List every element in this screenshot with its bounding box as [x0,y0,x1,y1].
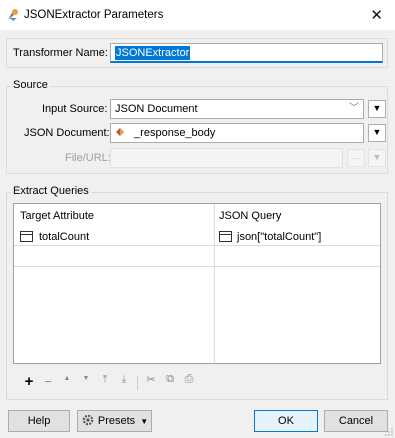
chevron-down-icon: ▼ [140,417,149,426]
cancel-button[interactable]: Cancel [324,410,388,432]
toolbar-separator [137,376,138,390]
row-divider [14,245,380,246]
add-row-icon[interactable]: + [21,373,37,390]
help-button[interactable]: Help [8,410,70,432]
row-divider [14,266,380,267]
presets-button[interactable]: Presets ▼ [77,410,152,432]
source-group: Source Input Source: JSON Document ﹀ ▼ J… [6,79,388,174]
move-top-icon[interactable]: ⤒ [97,374,113,385]
transformer-name-group: Transformer Name: JSONExtractor [6,38,388,68]
attribute-list-icon [20,231,33,242]
presets-gear-icon [82,414,94,426]
column-header-json-query[interactable]: JSON Query [219,210,281,222]
copy-icon[interactable]: ⧉ [162,373,178,386]
json-document-value: _response_body [134,127,216,139]
transformer-name-input[interactable]: JSONExtractor [110,43,383,63]
remove-row-icon[interactable]: − [40,374,56,389]
json-document-label: JSON Document: [24,127,110,139]
paste-icon[interactable]: ⎙ [181,373,197,386]
column-header-target-attribute[interactable]: Target Attribute [20,210,94,222]
cut-icon[interactable]: ✂ [143,373,159,386]
input-source-value: JSON Document [115,103,198,115]
ok-button[interactable]: OK [254,410,318,432]
source-legend: Source [11,79,50,91]
transformer-name-value: JSONExtractor [115,46,191,60]
browse-button[interactable]: ... [347,149,365,167]
column-divider [214,204,215,363]
title-bar: JSONExtractor Parameters ✕ [0,0,395,30]
query-list-icon [219,231,232,242]
json-query-cell[interactable]: json["totalCount"] [237,231,321,243]
json-document-menu-button[interactable]: ▼ [368,124,386,142]
file-url-menu-button[interactable]: ▼ [368,149,386,167]
transformer-name-label: Transformer Name: [13,47,108,59]
queries-table[interactable]: Target Attribute JSON Query totalCount j… [13,203,381,364]
json-document-input[interactable]: _response_body [110,123,364,143]
move-down-icon[interactable]: ▼ [78,375,94,382]
target-attribute-cell[interactable]: totalCount [39,231,89,243]
extract-queries-legend: Extract Queries [11,185,91,197]
fme-transformer-icon [8,9,18,21]
window-title: JSONExtractor Parameters [24,9,164,21]
move-bottom-icon[interactable]: ⤓ [116,374,132,385]
move-up-icon[interactable]: ▲ [59,375,75,382]
close-icon[interactable]: ✕ [370,6,383,24]
header-divider [14,224,380,225]
file-url-label: File/URL: [65,152,111,164]
attribute-icon [116,128,124,136]
presets-label: Presets [97,415,136,427]
file-url-input[interactable] [110,148,343,168]
resize-grip-icon[interactable] [385,428,393,436]
input-source-menu-button[interactable]: ▼ [368,100,386,118]
input-source-label: Input Source: [42,103,108,115]
extract-queries-group: Extract Queries Target Attribute JSON Qu… [6,185,388,400]
chevron-down-icon: ﹀ [349,103,359,114]
input-source-select[interactable]: JSON Document ﹀ [110,99,364,119]
